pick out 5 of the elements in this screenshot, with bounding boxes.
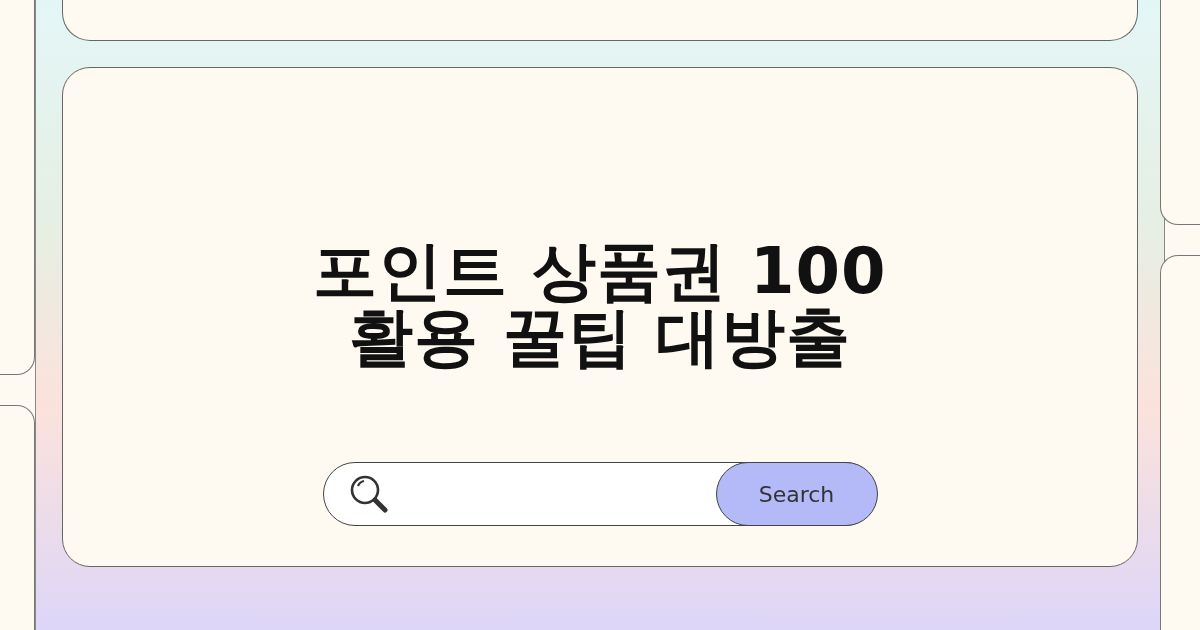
headline: 활용 꿀팁 대방출 [349, 304, 852, 370]
search-button[interactable]: Search [715, 462, 878, 526]
search-icon [348, 473, 390, 515]
headline: 포인트 상품권 100 [313, 238, 887, 304]
search-field[interactable]: Search [323, 462, 877, 526]
